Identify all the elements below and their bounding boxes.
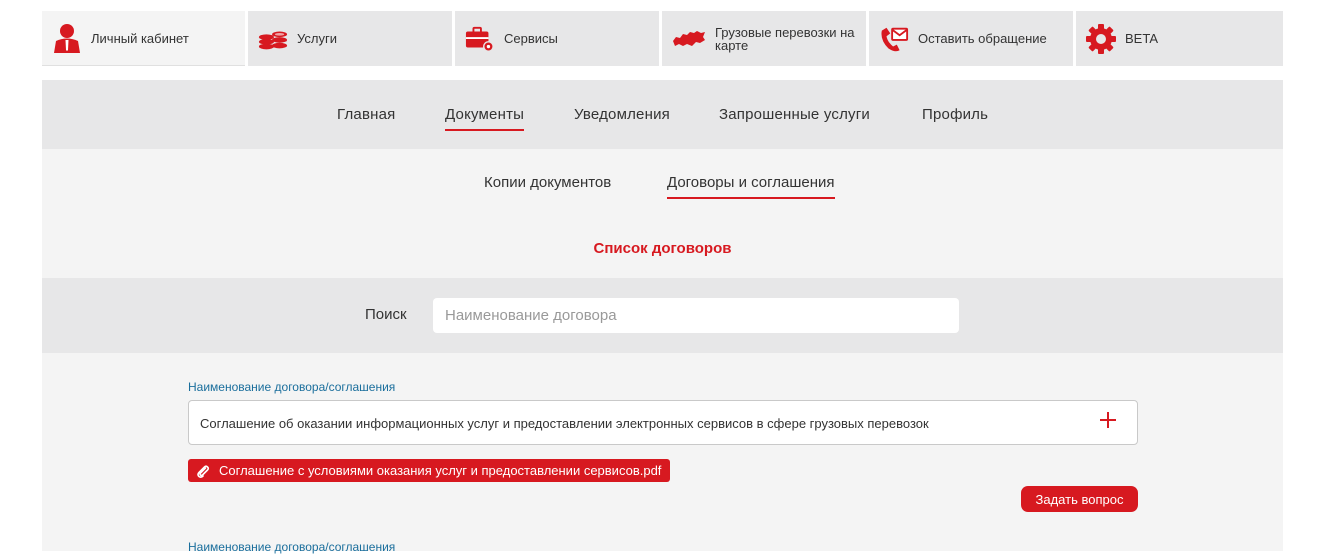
top-item-cargo-map[interactable]: Грузовые перевозки на карте — [662, 11, 866, 66]
top-item-personal-cabinet[interactable]: Личный кабинет — [42, 11, 245, 66]
top-menu: Личный кабинет Услуги Сервисы Грузовые п… — [42, 11, 1283, 66]
top-item-feedback[interactable]: Оставить обращение — [869, 11, 1073, 66]
phone-mail-icon — [879, 24, 909, 54]
top-item-label: BETA — [1125, 31, 1158, 46]
tab-notifications[interactable]: Уведомления — [574, 106, 670, 123]
tab-home[interactable]: Главная — [337, 106, 396, 123]
attachment-link[interactable]: Соглашение с условиями оказания услуг и … — [188, 459, 671, 482]
page-title: Список договоров — [593, 240, 732, 257]
contract-name-label: Наименование договора/соглашения — [188, 540, 396, 554]
contract-item[interactable]: Соглашение об оказании информационных ус… — [188, 400, 1138, 445]
subtab-document-copies[interactable]: Копии документов — [484, 174, 611, 191]
attachment-filename: Соглашение с условиями оказания услуг и … — [219, 463, 662, 478]
top-item-label: Личный кабинет — [91, 30, 189, 46]
tab-profile[interactable]: Профиль — [922, 106, 988, 123]
user-icon — [52, 23, 82, 53]
tab-requested-services[interactable]: Запрошенные услуги — [719, 106, 870, 123]
page-frame: Личный кабинет Услуги Сервисы Грузовые п… — [42, 0, 1283, 554]
contract-name: Соглашение об оказании информационных ус… — [200, 416, 929, 431]
top-item-label: Оставить обращение — [918, 31, 1047, 46]
search-input[interactable] — [433, 298, 959, 333]
top-item-label: Услуги — [297, 31, 337, 46]
contract-name-label: Наименование договора/соглашения — [188, 380, 396, 394]
top-item-beta[interactable]: BETA — [1076, 11, 1283, 66]
top-item-label: Сервисы — [504, 31, 558, 46]
content-area: Копии документов Договоры и соглашения С… — [42, 149, 1283, 554]
gear-icon — [1086, 23, 1116, 54]
toolbox-icon — [465, 24, 495, 54]
top-item-label: Грузовые перевозки на карте — [715, 24, 855, 53]
coins-icon — [258, 24, 288, 54]
search-label: Поиск — [365, 306, 407, 323]
subtab-contracts[interactable]: Договоры и соглашения — [667, 174, 835, 199]
map-icon — [672, 24, 706, 54]
search-bar: Поиск — [42, 278, 1283, 353]
main-nav: Главная Документы Уведомления Запрошенны… — [42, 80, 1283, 149]
top-item-tools[interactable]: Сервисы — [455, 11, 659, 66]
ask-question-button[interactable]: Задать вопрос — [1021, 486, 1138, 512]
tab-documents[interactable]: Документы — [445, 106, 525, 131]
top-item-services[interactable]: Услуги — [248, 11, 452, 66]
paperclip-icon — [196, 464, 210, 478]
expand-plus-icon[interactable] — [1099, 411, 1117, 429]
